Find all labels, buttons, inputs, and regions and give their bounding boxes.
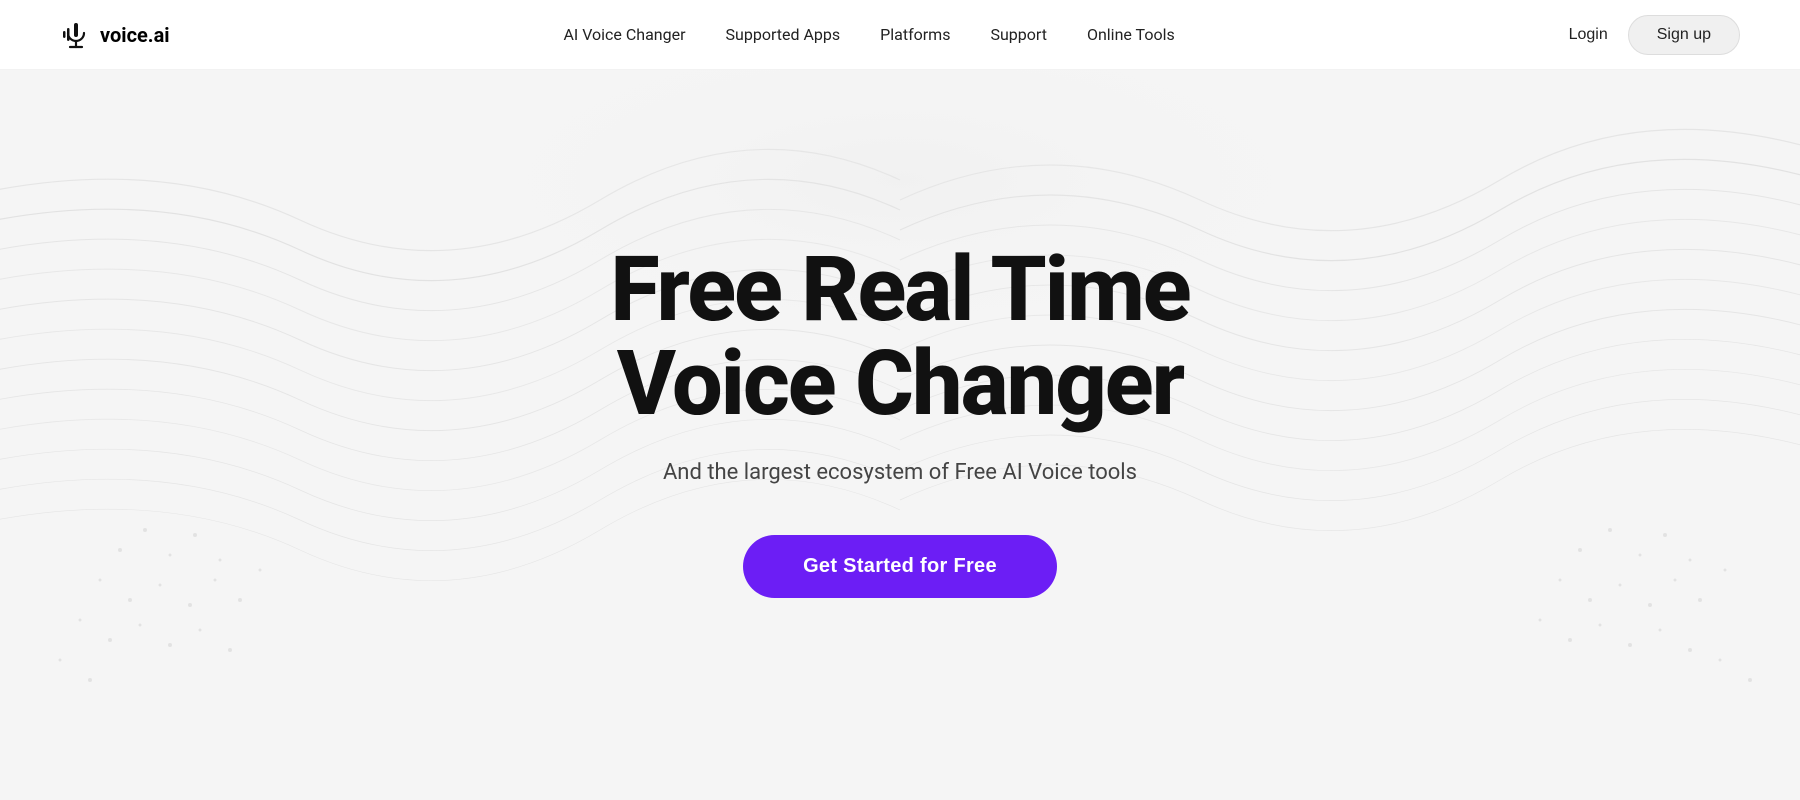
nav-link-supported-apps[interactable]: Supported Apps — [726, 25, 841, 44]
get-started-button[interactable]: Get Started for Free — [743, 535, 1057, 598]
navbar-right: Login Sign up — [1569, 15, 1740, 55]
logo[interactable]: voice.ai — [60, 19, 170, 51]
hero-title: Free Real Time Voice Changer — [610, 243, 1189, 432]
signup-button[interactable]: Sign up — [1628, 15, 1740, 55]
logo-icon — [60, 19, 92, 51]
hero-content: Free Real Time Voice Changer And the lar… — [610, 243, 1189, 598]
brand-name: voice.ai — [100, 23, 170, 47]
nav-link-platforms[interactable]: Platforms — [880, 25, 950, 44]
hero-section: Free Real Time Voice Changer And the lar… — [0, 0, 1800, 800]
nav-link-online-tools[interactable]: Online Tools — [1087, 25, 1175, 44]
navbar-left: voice.ai — [60, 19, 170, 51]
hero-title-line1: Free Real Time — [610, 237, 1189, 342]
login-button[interactable]: Login — [1569, 26, 1608, 44]
hero-title-line2: Voice Changer — [617, 331, 1183, 436]
navbar: voice.ai AI Voice Changer Supported Apps… — [0, 0, 1800, 70]
hero-subtitle: And the largest ecosystem of Free AI Voi… — [663, 460, 1137, 485]
navbar-center: AI Voice Changer Supported Apps Platform… — [563, 25, 1174, 44]
nav-link-ai-voice-changer[interactable]: AI Voice Changer — [563, 25, 685, 44]
nav-link-support[interactable]: Support — [990, 25, 1046, 44]
